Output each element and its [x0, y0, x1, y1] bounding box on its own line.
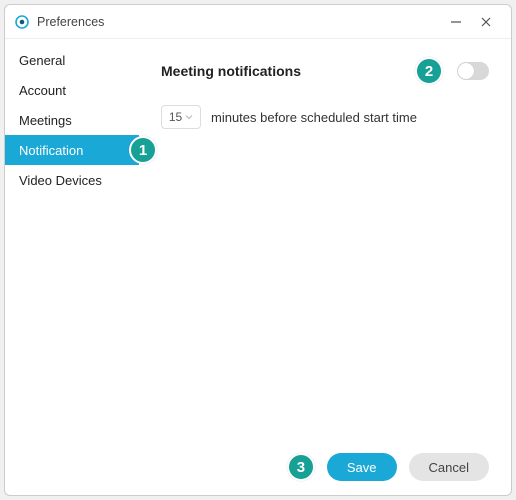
callout-3: 3 [287, 453, 315, 481]
minutes-row: 15 minutes before scheduled start time [161, 105, 489, 129]
app-icon [15, 15, 29, 29]
sidebar-item-label: Video Devices [19, 173, 102, 188]
minutes-label: minutes before scheduled start time [211, 110, 417, 125]
sidebar-item-account[interactable]: Account [5, 75, 139, 105]
sidebar-item-video-devices[interactable]: Video Devices [5, 165, 139, 195]
sidebar-item-label: Notification [19, 143, 83, 158]
body: General Account Meetings Notification 1 … [5, 39, 511, 495]
minutes-value: 15 [169, 110, 182, 124]
section-header: Meeting notifications 2 [161, 57, 489, 85]
callout-label: 1 [139, 142, 147, 159]
sidebar: General Account Meetings Notification 1 … [5, 39, 139, 495]
preferences-window: Preferences General Account Meetings Not… [4, 4, 512, 496]
titlebar: Preferences [5, 5, 511, 39]
content-panel: Meeting notifications 2 15 minutes befor… [139, 39, 511, 495]
callout-label: 2 [425, 63, 433, 80]
button-label: Save [347, 460, 377, 475]
button-label: Cancel [429, 460, 469, 475]
sidebar-item-general[interactable]: General [5, 45, 139, 75]
callout-1: 1 [129, 136, 157, 164]
sidebar-item-label: General [19, 53, 65, 68]
notifications-toggle[interactable] [457, 62, 489, 80]
sidebar-item-notification[interactable]: Notification 1 [5, 135, 139, 165]
chevron-down-icon [185, 113, 193, 121]
section-title: Meeting notifications [161, 63, 415, 79]
footer: 3 Save Cancel [287, 453, 489, 481]
callout-label: 3 [297, 459, 305, 476]
window-title: Preferences [37, 15, 441, 29]
save-button[interactable]: Save [327, 453, 397, 481]
minutes-select[interactable]: 15 [161, 105, 201, 129]
cancel-button[interactable]: Cancel [409, 453, 489, 481]
sidebar-item-label: Account [19, 83, 66, 98]
sidebar-item-meetings[interactable]: Meetings [5, 105, 139, 135]
sidebar-item-label: Meetings [19, 113, 72, 128]
callout-2: 2 [415, 57, 443, 85]
close-button[interactable] [471, 10, 501, 34]
minimize-button[interactable] [441, 10, 471, 34]
